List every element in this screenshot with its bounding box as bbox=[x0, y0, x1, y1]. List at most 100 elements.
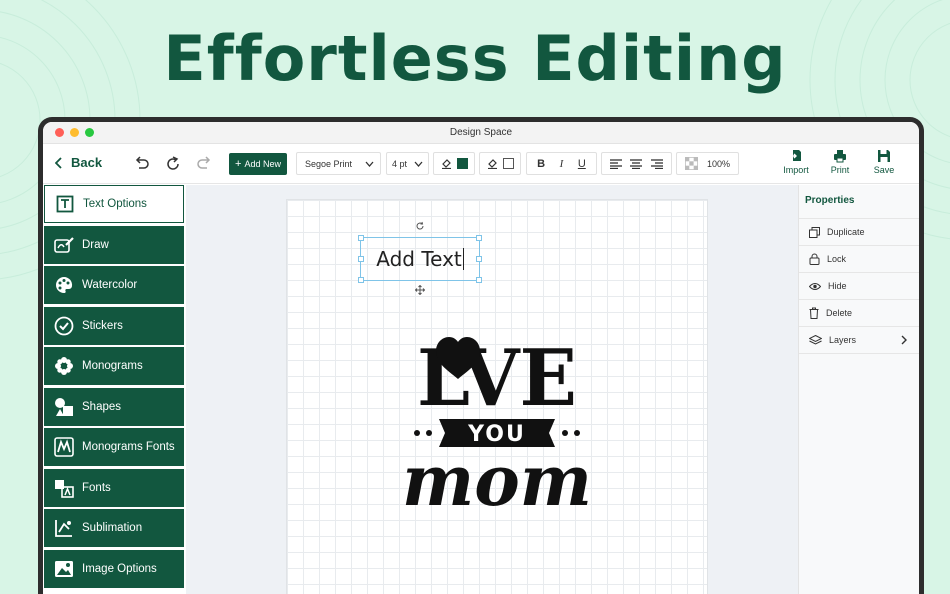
chevron-down-icon bbox=[365, 161, 374, 167]
resize-handle[interactable] bbox=[476, 277, 482, 283]
love-you-mom-artwork[interactable]: LVE YOU mom bbox=[397, 305, 597, 515]
hide-label: Hide bbox=[828, 281, 847, 291]
delete-label: Delete bbox=[826, 308, 853, 318]
eye-icon bbox=[809, 282, 821, 290]
sidebar-item-label: Sublimation bbox=[82, 522, 143, 534]
font-size-select[interactable]: 4 pt bbox=[386, 152, 429, 175]
printer-icon bbox=[834, 150, 846, 163]
sidebar-item-monograms[interactable]: Monograms bbox=[44, 347, 184, 385]
headline: Effortless Editing bbox=[163, 22, 787, 95]
resize-handle[interactable] bbox=[476, 256, 482, 262]
sidebar-item-label: Monograms bbox=[82, 360, 143, 372]
canvas-area[interactable]: Add Text LVE YOU mom bbox=[186, 185, 798, 594]
shapes-icon bbox=[55, 397, 73, 416]
sidebar: Text Options Draw Watercolor Stickers Mo… bbox=[43, 185, 186, 594]
sticker-check-icon bbox=[54, 316, 74, 335]
duplicate-action[interactable]: Duplicate bbox=[799, 219, 919, 246]
refresh-icon[interactable] bbox=[164, 155, 182, 173]
align-right-icon[interactable] bbox=[650, 158, 663, 169]
flower-icon bbox=[55, 357, 73, 375]
text-color-swatch bbox=[456, 158, 468, 169]
floppy-disk-icon bbox=[878, 150, 890, 162]
paint-bucket-icon bbox=[441, 159, 451, 169]
opacity-control[interactable]: 100% bbox=[676, 152, 739, 175]
undo-icon[interactable] bbox=[133, 155, 151, 173]
font-icon bbox=[55, 479, 74, 498]
sidebar-item-monograms-fonts[interactable]: Monograms Fonts bbox=[44, 428, 184, 466]
move-handle-icon[interactable] bbox=[415, 285, 425, 295]
toolbar: Back + Add New Segoe Print 4 pt B I U 10… bbox=[43, 144, 919, 184]
alignment-group bbox=[601, 152, 672, 175]
sidebar-item-label: Stickers bbox=[82, 319, 123, 332]
save-label: Save bbox=[873, 165, 895, 175]
app-window: Design Space Back + Add New Segoe Print … bbox=[38, 117, 924, 594]
layers-action[interactable]: Layers bbox=[799, 327, 919, 354]
text-element-value: Add Text bbox=[376, 247, 462, 271]
layers-icon bbox=[809, 334, 822, 345]
save-button[interactable]: Save bbox=[864, 149, 904, 175]
palette-icon bbox=[56, 276, 73, 293]
italic-button[interactable]: I bbox=[553, 158, 569, 170]
sidebar-item-draw[interactable]: Draw bbox=[44, 225, 184, 264]
paint-bucket-icon bbox=[487, 159, 497, 169]
resize-handle[interactable] bbox=[476, 235, 482, 241]
bold-button[interactable]: B bbox=[533, 158, 549, 170]
resize-handle[interactable] bbox=[358, 256, 364, 262]
size-value: 4 pt bbox=[392, 158, 408, 169]
sidebar-item-label: Monograms Fonts bbox=[82, 441, 175, 453]
lock-action[interactable]: Lock bbox=[799, 246, 919, 273]
font-select[interactable]: Segoe Print bbox=[296, 152, 381, 175]
image-icon bbox=[55, 560, 73, 577]
align-left-icon[interactable] bbox=[610, 158, 623, 169]
plus-icon: + bbox=[235, 157, 242, 170]
redo-icon[interactable] bbox=[195, 155, 213, 173]
properties-title: Properties bbox=[799, 185, 919, 219]
opacity-value: 100% bbox=[706, 158, 730, 169]
chevron-down-icon bbox=[414, 161, 423, 167]
window-title: Design Space bbox=[449, 127, 513, 138]
back-label: Back bbox=[71, 155, 103, 170]
print-button[interactable]: Print bbox=[820, 149, 860, 175]
text-box-icon bbox=[56, 195, 74, 213]
import-button[interactable]: Import bbox=[776, 149, 816, 175]
sidebar-item-text-options[interactable]: Text Options bbox=[44, 185, 184, 223]
sidebar-item-label: Watercolor bbox=[82, 279, 138, 291]
text-style-group: B I U bbox=[526, 152, 597, 175]
properties-panel: Properties Duplicate Lock Hide Delete La… bbox=[798, 185, 919, 594]
text-color-control[interactable] bbox=[433, 152, 475, 175]
sidebar-item-label: Image Options bbox=[82, 562, 157, 575]
sidebar-item-image-options[interactable]: Image Options bbox=[44, 549, 184, 588]
sidebar-item-label: Text Options bbox=[83, 198, 147, 210]
back-button[interactable]: Back bbox=[55, 155, 102, 170]
sidebar-item-sublimation[interactable]: Sublimation bbox=[44, 509, 184, 547]
fill-color-control[interactable] bbox=[479, 152, 521, 175]
resize-handle[interactable] bbox=[358, 277, 364, 283]
sidebar-item-fonts[interactable]: Fonts bbox=[44, 468, 184, 507]
title-bar: Design Space bbox=[43, 122, 919, 144]
add-new-button[interactable]: + Add New bbox=[229, 153, 287, 175]
sublimation-icon bbox=[55, 520, 72, 537]
draw-icon bbox=[54, 236, 74, 253]
delete-action[interactable]: Delete bbox=[799, 300, 919, 327]
chevron-right-icon bbox=[901, 335, 907, 345]
font-value: Segoe Print bbox=[305, 158, 353, 169]
duplicate-icon bbox=[809, 226, 820, 238]
add-new-label: Add New bbox=[244, 159, 281, 169]
underline-button[interactable]: U bbox=[574, 158, 590, 170]
layers-label: Layers bbox=[829, 335, 857, 345]
design-board[interactable]: Add Text LVE YOU mom bbox=[286, 199, 708, 594]
hide-action[interactable]: Hide bbox=[799, 273, 919, 300]
text-element[interactable]: Add Text bbox=[358, 235, 482, 283]
artwork-line3: mom bbox=[402, 439, 592, 515]
sidebar-item-stickers[interactable]: Stickers bbox=[44, 306, 184, 345]
resize-handle[interactable] bbox=[358, 235, 364, 241]
sidebar-item-shapes[interactable]: Shapes bbox=[44, 387, 184, 426]
align-center-icon[interactable] bbox=[630, 158, 643, 169]
sidebar-item-watercolor[interactable]: Watercolor bbox=[44, 266, 184, 304]
chevron-left-icon bbox=[55, 156, 62, 169]
fill-color-swatch bbox=[502, 158, 514, 169]
rotate-handle-icon[interactable] bbox=[415, 221, 425, 231]
sidebar-item-label: Shapes bbox=[82, 400, 122, 413]
lock-icon bbox=[809, 253, 820, 265]
import-label: Import bbox=[783, 165, 809, 175]
